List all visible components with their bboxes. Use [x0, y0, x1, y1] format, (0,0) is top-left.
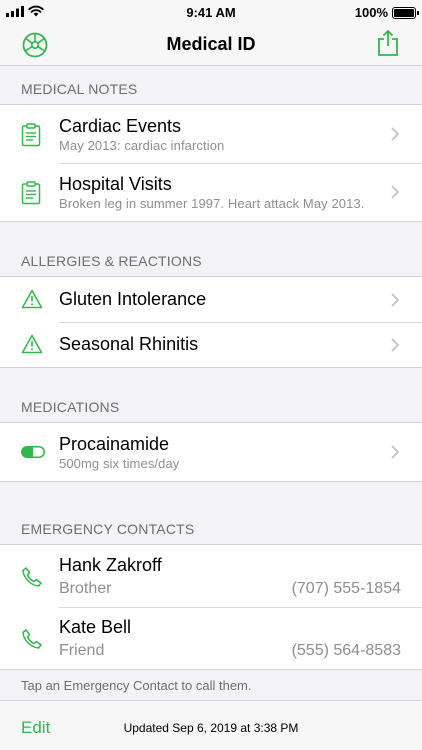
emergency-contacts-footnote: Tap an Emergency Contact to call them.: [21, 678, 252, 693]
medications-group: Procainamide 500mg six times/day: [0, 422, 422, 482]
chevron-right-icon: [391, 338, 400, 352]
contact-name: Hank Zakroff: [59, 555, 162, 575]
allergy-title: Gluten Intolerance: [59, 289, 207, 309]
chevron-right-icon: [391, 445, 400, 459]
medical-note-title: Hospital Visits: [59, 174, 172, 194]
battery-percentage: 100%: [354, 5, 388, 20]
clipboard-icon: [21, 181, 41, 205]
medical-note-item-cardiac-events[interactable]: Cardiac Events May 2013: cardiac infarct…: [0, 105, 422, 163]
emergency-contact-hank-zakroff[interactable]: Hank Zakroff Brother (707) 555-1854: [0, 545, 422, 607]
section-header-allergies: ALLERGIES & REACTIONS: [21, 253, 202, 269]
medical-note-item-hospital-visits[interactable]: Hospital Visits Broken leg in summer 199…: [0, 163, 422, 221]
medical-notes-group: Cardiac Events May 2013: cardiac infarct…: [0, 104, 422, 222]
page-title: Medical ID: [166, 34, 256, 54]
contact-name: Kate Bell: [59, 617, 132, 637]
phone-icon: [22, 629, 42, 649]
share-icon[interactable]: [376, 29, 400, 57]
allergy-title: Seasonal Rhinitis: [59, 334, 199, 354]
emergency-contact-kate-bell[interactable]: Kate Bell Friend (555) 564-8583: [0, 607, 422, 669]
section-header-emergency-contacts: EMERGENCY CONTACTS: [21, 521, 195, 537]
allergy-item-gluten-intolerance[interactable]: Gluten Intolerance: [0, 277, 422, 322]
chevron-right-icon: [391, 293, 400, 307]
contact-phone: (555) 564-8583: [291, 642, 401, 659]
clipboard-icon: [21, 123, 41, 147]
contact-relation: Friend: [59, 642, 105, 659]
status-indicators-right: 100%: [354, 5, 419, 20]
navigation-bar: Medical ID: [0, 24, 422, 66]
chevron-right-icon: [391, 127, 400, 141]
phone-icon: [22, 567, 42, 587]
allergies-group: Gluten Intolerance Seasonal Rhinitis: [0, 276, 422, 368]
section-header-medications: MEDICATIONS: [21, 399, 120, 415]
medication-item-procainamide[interactable]: Procainamide 500mg six times/day: [0, 423, 422, 481]
contact-relation: Brother: [59, 580, 112, 597]
status-bar: 9:41 AM 100%: [0, 0, 422, 24]
pill-icon: [21, 446, 45, 458]
medical-note-subtitle: Broken leg in summer 1997. Heart attack …: [59, 196, 365, 211]
last-updated-text: Updated Sep 6, 2019 at 3:38 PM: [123, 721, 299, 735]
medication-title: Procainamide: [59, 434, 170, 454]
section-header-medical-notes: MEDICAL NOTES: [21, 81, 138, 97]
medical-note-subtitle: May 2013: cardiac infarction: [59, 138, 225, 153]
bottom-toolbar: Edit Updated Sep 6, 2019 at 3:38 PM: [0, 700, 422, 750]
warning-icon: [21, 334, 43, 354]
allergy-item-seasonal-rhinitis[interactable]: Seasonal Rhinitis: [0, 322, 422, 367]
battery-icon: [392, 6, 419, 19]
emergency-contacts-group: Hank Zakroff Brother (707) 555-1854 Kate…: [0, 544, 422, 670]
medication-dosage: 500mg six times/day: [59, 456, 180, 471]
contact-phone: (707) 555-1854: [291, 580, 401, 597]
medical-note-title: Cardiac Events: [59, 116, 182, 136]
warning-icon: [21, 289, 43, 309]
chevron-right-icon: [391, 185, 400, 199]
